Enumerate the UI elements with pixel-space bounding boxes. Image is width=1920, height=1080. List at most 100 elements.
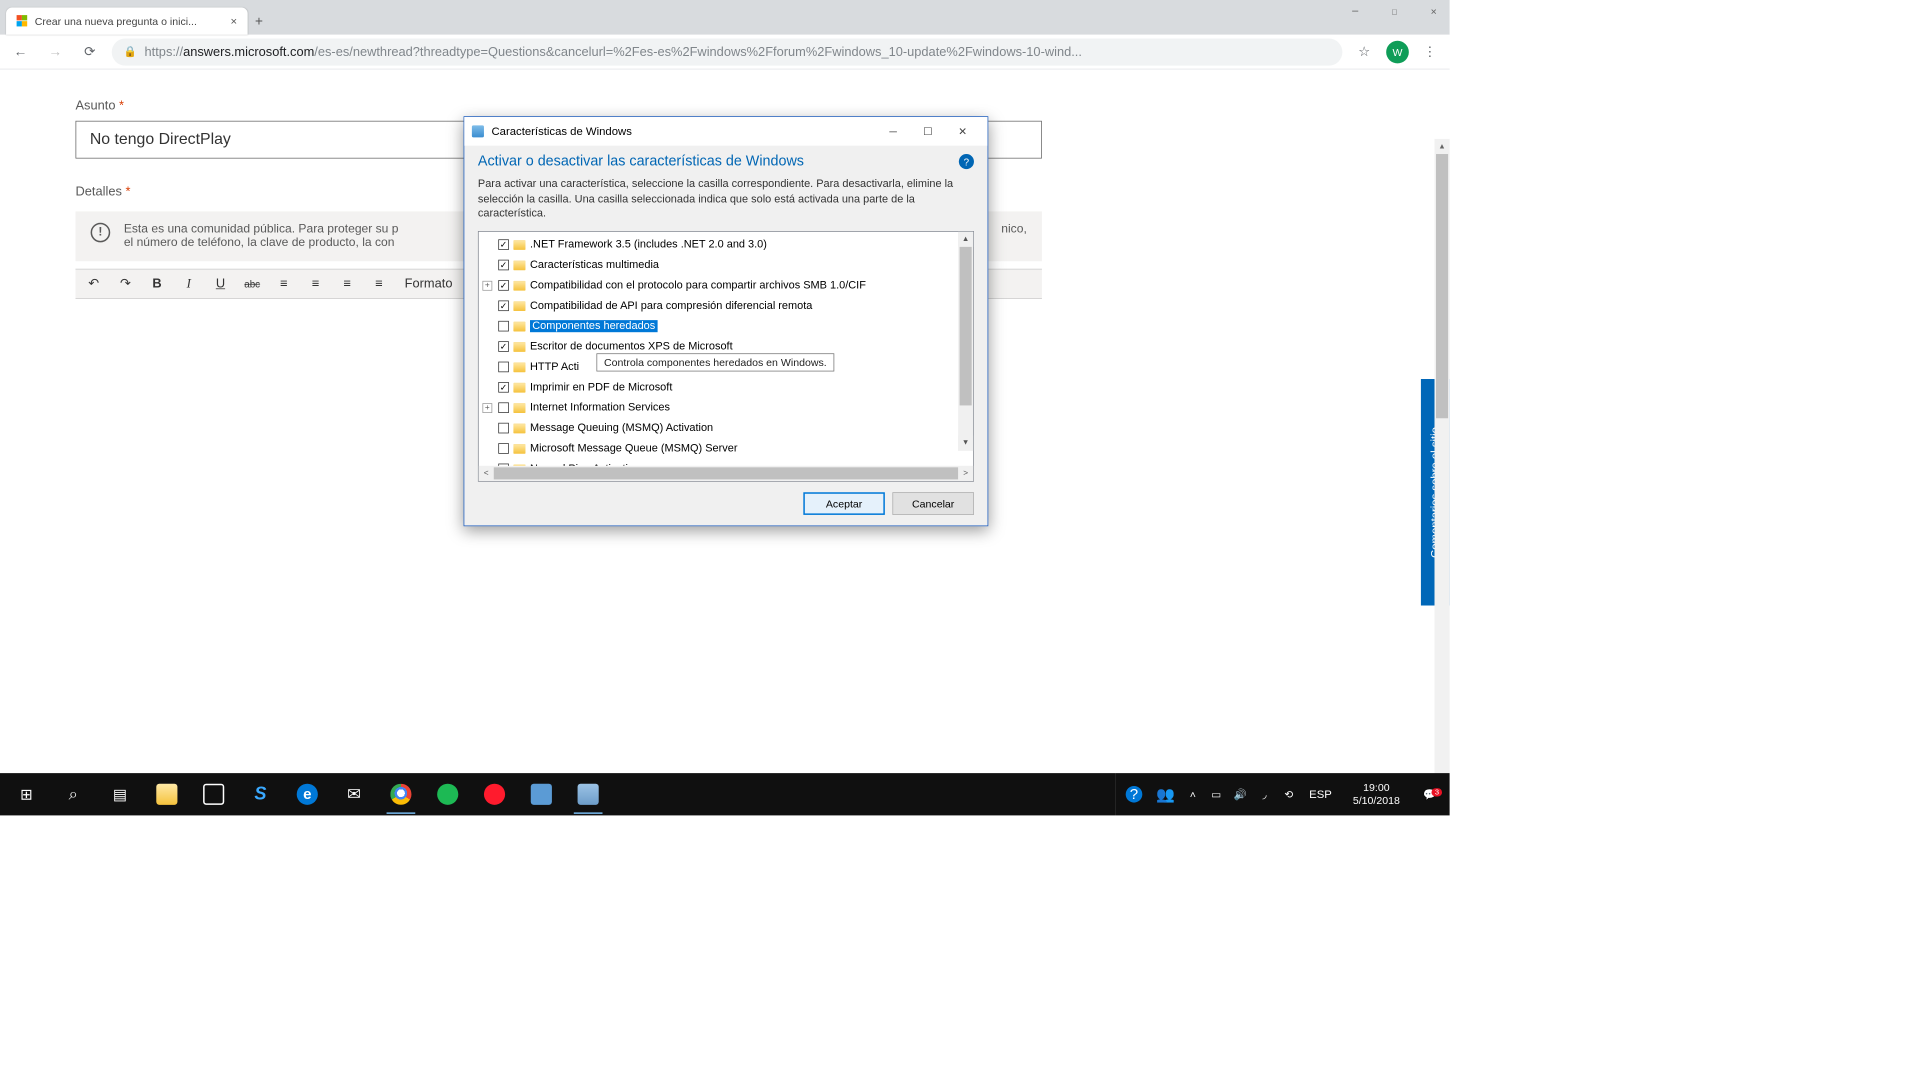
- feature-checkbox[interactable]: [498, 382, 509, 393]
- folder-icon: [513, 383, 525, 393]
- os-minimize[interactable]: ─: [1344, 6, 1367, 17]
- cancel-button[interactable]: Cancelar: [892, 492, 974, 515]
- back-button[interactable]: ←: [8, 39, 34, 65]
- app-button-1[interactable]: S: [237, 775, 284, 814]
- tree-vscrollbar[interactable]: ▲ ▼: [958, 232, 973, 451]
- os-maximize[interactable]: ☐: [1383, 6, 1406, 17]
- feature-checkbox[interactable]: [498, 321, 509, 332]
- feature-item[interactable]: Características multimedia: [479, 255, 974, 275]
- scroll-thumb[interactable]: [960, 247, 972, 406]
- language-indicator[interactable]: ESP: [1303, 788, 1338, 801]
- browser-tab[interactable]: Crear una nueva pregunta o inici... ×: [6, 8, 248, 35]
- feature-checkbox[interactable]: [498, 301, 509, 312]
- scroll-up-icon[interactable]: ▲: [958, 232, 973, 247]
- ok-button[interactable]: Aceptar: [803, 492, 885, 515]
- file-explorer-button[interactable]: [143, 775, 190, 814]
- reload-button[interactable]: ⟳: [77, 39, 103, 65]
- list-ol-button[interactable]: ≡: [305, 276, 326, 291]
- feature-item[interactable]: .NET Framework 3.5 (includes .NET 2.0 an…: [479, 235, 974, 255]
- action-center-button[interactable]: 💬 3: [1415, 788, 1445, 801]
- strike-button[interactable]: abc: [242, 278, 263, 289]
- dialog-titlebar[interactable]: Características de Windows ─ ☐ ✕: [464, 117, 987, 146]
- app-button-2[interactable]: [518, 775, 565, 814]
- profile-avatar[interactable]: W: [1386, 40, 1409, 63]
- underline-button[interactable]: U: [210, 276, 231, 291]
- italic-button[interactable]: I: [178, 276, 199, 291]
- scroll-up-icon[interactable]: ▲: [1435, 139, 1450, 154]
- store-button[interactable]: [190, 775, 237, 814]
- outdent-button[interactable]: ≡: [337, 276, 358, 291]
- volume-icon[interactable]: 🔊: [1231, 788, 1251, 801]
- feature-label: Internet Information Services: [530, 402, 670, 414]
- address-bar[interactable]: 🔒 https://https://answers.microsoft.com/…: [112, 38, 1343, 65]
- mail-button[interactable]: ✉: [331, 775, 378, 814]
- redo-button[interactable]: ↷: [115, 276, 136, 291]
- indent-button[interactable]: ≡: [368, 276, 389, 291]
- chrome-menu-button[interactable]: ⋮: [1418, 44, 1442, 60]
- feature-checkbox[interactable]: [498, 239, 509, 250]
- expand-icon[interactable]: +: [482, 403, 492, 413]
- taskview-icon: ▤: [113, 785, 127, 804]
- search-button[interactable]: ⌕: [50, 775, 97, 814]
- dialog-heading: Activar o desactivar las características…: [478, 153, 951, 170]
- bluetooth-icon[interactable]: ⟲: [1279, 788, 1299, 801]
- bookmark-star-icon[interactable]: ☆: [1351, 39, 1377, 65]
- browser-tabstrip: Crear una nueva pregunta o inici... × +: [0, 0, 1450, 35]
- tree-hscrollbar[interactable]: < >: [479, 466, 974, 481]
- tab-close-icon[interactable]: ×: [230, 15, 237, 28]
- feature-checkbox[interactable]: [498, 403, 509, 414]
- dialog-maximize-button[interactable]: ☐: [911, 119, 946, 143]
- tray-expand-icon[interactable]: ˄: [1184, 788, 1202, 800]
- feature-item[interactable]: Imprimir en PDF de Microsoft: [479, 377, 974, 397]
- tab-title: Crear una nueva pregunta o inici...: [35, 15, 197, 27]
- battery-icon[interactable]: ▭: [1206, 788, 1226, 801]
- clock[interactable]: 19:00 5/10/2018: [1342, 782, 1410, 807]
- app-icon: S: [254, 784, 266, 805]
- feature-item[interactable]: + Internet Information Services: [479, 398, 974, 418]
- page-scrollbar[interactable]: ▲ ▼: [1435, 139, 1450, 815]
- feature-checkbox[interactable]: [498, 443, 509, 454]
- wifi-icon[interactable]: ◞: [1255, 788, 1275, 801]
- feature-item[interactable]: +Compatibilidad con el protocolo para co…: [479, 275, 974, 295]
- undo-button[interactable]: ↶: [83, 276, 104, 291]
- expand-icon[interactable]: +: [482, 281, 492, 291]
- scroll-down-icon[interactable]: ▼: [958, 435, 973, 450]
- feature-item[interactable]: Named Pipe Activation: [479, 459, 974, 466]
- dialog-close-button[interactable]: ✕: [945, 119, 980, 143]
- feature-checkbox[interactable]: [498, 362, 509, 373]
- new-tab-button[interactable]: +: [248, 8, 271, 35]
- scroll-thumb[interactable]: [1436, 154, 1448, 418]
- format-dropdown[interactable]: Formato: [400, 276, 457, 291]
- feature-item[interactable]: Microsoft Message Queue (MSMQ) Server: [479, 438, 974, 458]
- feature-checkbox[interactable]: [498, 423, 509, 434]
- help-tray-icon[interactable]: ?: [1120, 775, 1147, 814]
- opera-button[interactable]: [471, 775, 518, 814]
- spotify-button[interactable]: [424, 775, 471, 814]
- people-button[interactable]: 👥: [1152, 775, 1179, 814]
- feature-checkbox[interactable]: [498, 341, 509, 352]
- feature-label: Message Queuing (MSMQ) Activation: [530, 422, 713, 434]
- feature-item[interactable]: Componentes heredados: [479, 316, 974, 336]
- control-panel-button[interactable]: [565, 775, 612, 814]
- edge-button[interactable]: e: [284, 775, 331, 814]
- feature-item[interactable]: Compatibilidad de API para compresión di…: [479, 296, 974, 316]
- forward-button[interactable]: →: [42, 39, 68, 65]
- bold-button[interactable]: B: [146, 276, 167, 291]
- scroll-thumb[interactable]: [494, 467, 958, 479]
- scroll-right-icon[interactable]: >: [958, 466, 973, 481]
- scroll-left-icon[interactable]: <: [479, 466, 494, 481]
- dialog-minimize-button[interactable]: ─: [876, 119, 911, 143]
- start-button[interactable]: ⊞: [3, 775, 50, 814]
- feature-item[interactable]: Message Queuing (MSMQ) Activation: [479, 418, 974, 438]
- feature-checkbox[interactable]: [498, 260, 509, 271]
- chrome-button[interactable]: [378, 775, 425, 814]
- feature-checkbox[interactable]: [498, 464, 509, 466]
- help-icon[interactable]: ?: [959, 154, 974, 169]
- chrome-icon: [390, 784, 411, 805]
- taskview-button[interactable]: ▤: [97, 775, 144, 814]
- folder-icon: [513, 240, 525, 250]
- list-ul-button[interactable]: ≡: [273, 276, 294, 291]
- feature-checkbox[interactable]: [498, 280, 509, 291]
- os-close[interactable]: ✕: [1422, 6, 1445, 17]
- system-tray: ? 👥 ˄ ▭ 🔊 ◞ ⟲ ESP 19:00 5/10/2018 💬 3: [1116, 773, 1450, 815]
